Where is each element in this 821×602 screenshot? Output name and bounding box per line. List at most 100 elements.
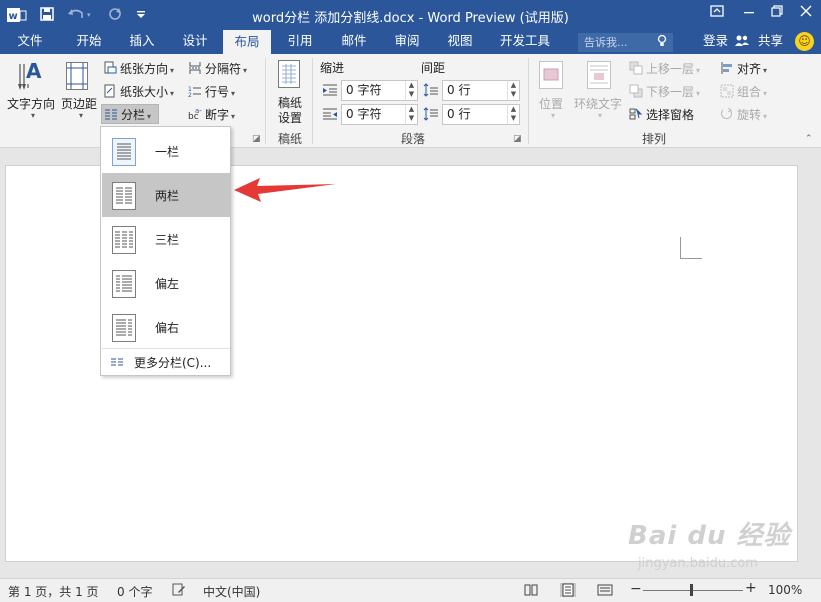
close-icon[interactable]	[795, 4, 817, 24]
margins-button[interactable]: 页边距 ▾	[58, 56, 100, 126]
indent-left-spinner-icon[interactable]: ▲ ▼	[405, 81, 417, 100]
paragraph-dialog-launcher-icon[interactable]: ◪	[513, 134, 522, 144]
wrap-text-caret-icon: ▾	[598, 111, 603, 120]
breaks-button[interactable]: 分隔符 ▾	[188, 60, 247, 77]
bring-forward-button[interactable]: 上移一层 ▾	[629, 60, 700, 77]
draft-paper-icon	[278, 60, 300, 88]
watermark-line2: jingyan.baidu.com	[638, 556, 758, 571]
collapse-ribbon-icon[interactable]: ⌃	[805, 134, 813, 144]
spacing-after-icon	[423, 107, 439, 124]
left-column-icon	[112, 270, 136, 298]
tab-file[interactable]: 文件	[6, 30, 54, 54]
proofing-icon[interactable]	[172, 583, 186, 600]
vertical-scrollbar[interactable]	[807, 166, 815, 564]
baidu-watermark: Bai du 经验 jingyan.baidu.com	[628, 515, 793, 585]
draft-paper-settings-button[interactable]: 稿纸 设置	[272, 56, 308, 126]
columns-option-label: 偏右	[155, 321, 180, 335]
tab-references[interactable]: 引用	[276, 30, 324, 54]
zoom-out-button[interactable]: −	[630, 581, 642, 597]
zoom-slider-track[interactable]	[643, 590, 743, 591]
columns-option-one[interactable]: 一栏	[102, 129, 230, 173]
tab-developer[interactable]: 开发工具	[492, 30, 558, 54]
breaks-caret-icon: ▾	[243, 66, 248, 75]
zoom-in-button[interactable]: +	[745, 580, 757, 596]
margins-icon	[66, 62, 88, 90]
zoom-level[interactable]: 100%	[768, 583, 802, 597]
orientation-button[interactable]: 纸张方向 ▾	[103, 60, 174, 77]
tab-insert[interactable]: 插入	[118, 30, 166, 54]
size-button[interactable]: 纸张大小 ▾	[103, 83, 174, 100]
indent-right-spinner-icon[interactable]: ▲ ▼	[405, 105, 417, 124]
spacing-after-input[interactable]: 0 行 ▲ ▼	[442, 104, 520, 125]
wrap-text-button[interactable]: 环绕文字 ▾	[573, 56, 625, 126]
size-icon	[103, 84, 117, 98]
indent-left-input[interactable]: 0 字符 ▲ ▼	[341, 80, 418, 101]
group-label: 组合	[737, 85, 762, 99]
tab-view[interactable]: 视图	[436, 30, 484, 54]
share-button[interactable]: 共享	[758, 30, 783, 52]
rotate-caret-icon: ▾	[763, 112, 768, 121]
three-columns-icon	[112, 226, 136, 254]
send-backward-button[interactable]: 下移一层 ▾	[629, 83, 700, 100]
selection-pane-button[interactable]: 选择窗格	[629, 106, 694, 123]
wrap-text-label: 环绕文字	[574, 97, 623, 111]
menu-separator	[102, 348, 230, 349]
restore-icon[interactable]	[766, 4, 788, 24]
rotate-button[interactable]: 旋转 ▾	[720, 106, 767, 123]
indent-right-input[interactable]: 0 字符 ▲ ▼	[341, 104, 418, 125]
columns-dropdown-menu: 一栏 两栏 三栏 偏左 偏右 更多分栏(C)...	[100, 126, 231, 376]
language[interactable]: 中文(中国)	[203, 583, 260, 600]
sign-in-link[interactable]: 登录	[703, 30, 728, 52]
tab-review[interactable]: 审阅	[383, 30, 431, 54]
columns-option-two[interactable]: 两栏	[102, 173, 230, 217]
text-direction-button[interactable]: A 文字方向 ▾	[4, 56, 58, 126]
page-setup-dialog-launcher-icon[interactable]: ◪	[252, 134, 261, 144]
share-people-icon[interactable]	[734, 34, 750, 51]
columns-option-right[interactable]: 偏右	[102, 305, 230, 349]
position-button[interactable]: 位置 ▾	[534, 56, 570, 126]
read-mode-icon[interactable]	[523, 583, 539, 597]
bring-forward-caret-icon: ▾	[696, 66, 701, 75]
tell-me-search[interactable]: 告诉我...	[578, 33, 673, 52]
undo-icon[interactable]: ▾	[66, 6, 96, 24]
ribbon-display-options-icon[interactable]	[706, 4, 728, 24]
more-columns-option[interactable]: 更多分栏(C)...	[102, 351, 230, 373]
hyphenation-label: 断字	[205, 108, 230, 122]
line-numbers-icon: 12	[188, 84, 202, 99]
page-count[interactable]: 第 1 页，共 1 页	[8, 583, 99, 600]
draft-paper-label-line2: 设置	[278, 111, 303, 125]
margins-caret-icon: ▾	[79, 111, 84, 120]
align-label: 对齐	[737, 62, 762, 76]
columns-button[interactable]: 分栏 ▾	[104, 106, 151, 123]
minimize-icon[interactable]	[738, 4, 760, 24]
customize-quick-access-icon[interactable]	[132, 6, 150, 24]
two-columns-icon	[112, 182, 136, 210]
spacing-before-spinner-icon[interactable]: ▲ ▼	[507, 81, 519, 100]
tab-layout[interactable]: 布局	[223, 30, 271, 54]
web-layout-icon[interactable]	[597, 583, 613, 597]
zoom-slider-thumb[interactable]	[690, 584, 693, 596]
margin-corner-mark	[680, 237, 681, 259]
feedback-smiley-icon[interactable]: ☺	[795, 32, 814, 51]
group-icon	[720, 84, 734, 98]
redo-icon[interactable]	[106, 6, 124, 24]
svg-text:A: A	[26, 59, 42, 83]
align-icon	[720, 61, 734, 75]
line-numbers-button[interactable]: 1 2 行号 ▾	[188, 83, 235, 100]
spacing-before-input[interactable]: 0 行 ▲ ▼	[442, 80, 520, 101]
tab-design[interactable]: 设计	[170, 30, 220, 54]
hyphenation-button[interactable]: bc a- 断字 ▾	[188, 106, 235, 123]
tab-mailings[interactable]: 邮件	[330, 30, 378, 54]
red-arrow-annotation	[234, 178, 336, 202]
save-icon[interactable]	[38, 6, 56, 24]
word-count[interactable]: 0 个字	[117, 583, 152, 600]
align-button[interactable]: 对齐 ▾	[720, 60, 767, 77]
tab-home[interactable]: 开始	[64, 30, 114, 54]
rotate-label: 旋转	[737, 108, 762, 122]
spacing-after-spinner-icon[interactable]: ▲ ▼	[507, 105, 519, 124]
columns-option-left[interactable]: 偏左	[102, 261, 230, 305]
group-button[interactable]: 组合 ▾	[720, 83, 767, 100]
hyphenation-icon: bc a-	[188, 107, 202, 122]
print-layout-icon[interactable]	[560, 583, 576, 597]
columns-option-three[interactable]: 三栏	[102, 217, 230, 261]
